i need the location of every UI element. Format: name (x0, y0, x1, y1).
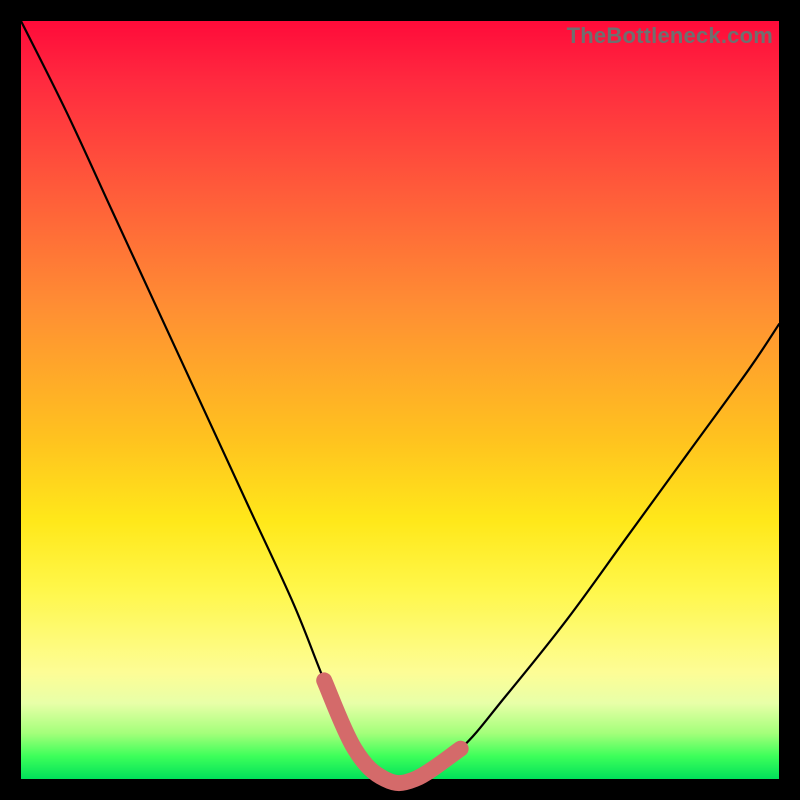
chart-frame: TheBottleneck.com (0, 0, 800, 800)
plot-area: TheBottleneck.com (21, 21, 779, 779)
highlight-band (324, 680, 460, 783)
bottleneck-curve (21, 21, 779, 783)
curve-layer (21, 21, 779, 779)
